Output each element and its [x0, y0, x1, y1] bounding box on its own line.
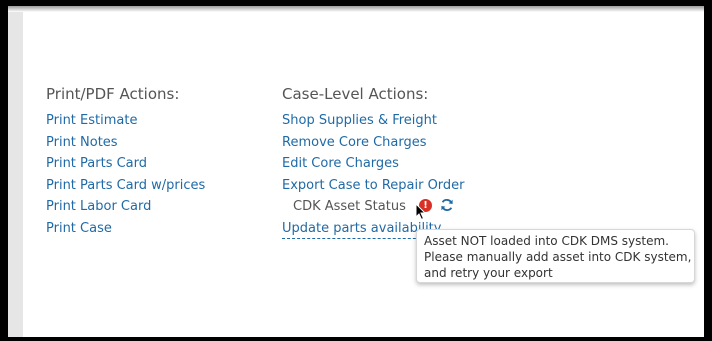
case-actions-heading: Case-Level Actions: — [282, 85, 429, 103]
shop-supplies-link[interactable]: Shop Supplies & Freight — [282, 110, 465, 132]
print-parts-card-link[interactable]: Print Parts Card — [46, 153, 205, 175]
print-case-link[interactable]: Print Case — [46, 218, 205, 240]
print-labor-card-link[interactable]: Print Labor Card — [46, 196, 205, 218]
case-actions-column: Case-Level Actions: Shop Supplies & Frei… — [282, 84, 465, 239]
export-case-link[interactable]: Export Case to Repair Order — [282, 175, 465, 197]
status-tooltip: Asset NOT loaded into CDK DMS system. Pl… — [416, 229, 695, 283]
print-parts-card-prices-link[interactable]: Print Parts Card w/prices — [46, 175, 205, 197]
remove-core-charges-link[interactable]: Remove Core Charges — [282, 132, 465, 154]
print-actions-heading: Print/PDF Actions: — [46, 85, 180, 103]
print-estimate-link[interactable]: Print Estimate — [46, 110, 205, 132]
print-notes-link[interactable]: Print Notes — [46, 132, 205, 154]
cdk-asset-status-row: CDK Asset Status ! — [282, 196, 465, 218]
left-sidebar-strip — [8, 6, 23, 337]
print-actions-column: Print/PDF Actions: Print Estimate Print … — [46, 84, 205, 239]
tooltip-line-1: Asset NOT loaded into CDK DMS system. — [424, 234, 669, 248]
top-shadow — [8, 6, 704, 12]
tooltip-line-3: and retry your export — [424, 266, 553, 280]
tooltip-line-2: Please manually add asset into CDK syste… — [424, 250, 692, 264]
mouse-cursor-icon — [415, 203, 427, 221]
edit-core-charges-link[interactable]: Edit Core Charges — [282, 153, 465, 175]
cdk-asset-status-label: CDK Asset Status — [293, 199, 406, 214]
refresh-icon[interactable] — [440, 198, 454, 212]
